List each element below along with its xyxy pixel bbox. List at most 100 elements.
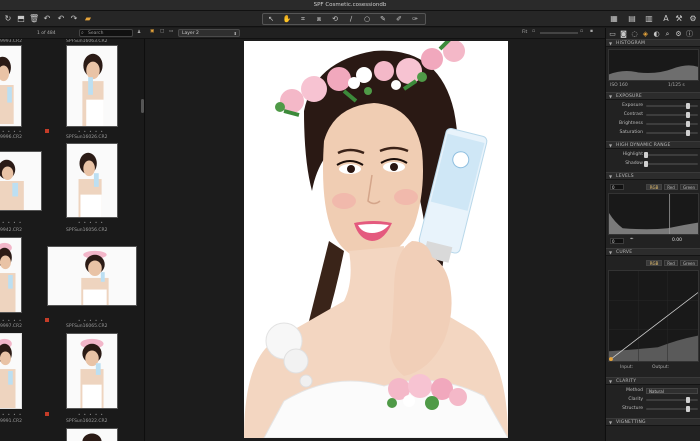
highlight-slider-row[interactable]: Highlight (606, 151, 700, 159)
clarity-method-row[interactable]: Method Natural (606, 387, 700, 395)
undo-icon[interactable]: ↶ (42, 14, 52, 24)
pan-hand-icon[interactable]: ✋ (282, 15, 292, 24)
clarity-slider-row[interactable]: Clarity (606, 396, 700, 404)
camera-icon[interactable]: ◙ (619, 30, 628, 39)
slider-track[interactable] (646, 132, 698, 134)
slider-track[interactable] (646, 154, 698, 156)
tools-icon[interactable]: ⚒ (674, 14, 684, 24)
grid-view-icon[interactable]: ▦ (609, 14, 619, 24)
slider-knob[interactable] (686, 103, 690, 109)
slider-knob[interactable] (686, 397, 690, 403)
shadow-slider-row[interactable]: Shadow (606, 160, 700, 168)
user-icon[interactable]: ♟ (137, 30, 141, 35)
levels-input-low[interactable]: 0 (610, 184, 624, 190)
thumbnail[interactable] (66, 333, 118, 409)
zoom-slider[interactable] (540, 32, 578, 34)
trash-icon[interactable]: 🗑 (29, 14, 39, 24)
search-input[interactable]: ⌕ Search (79, 29, 133, 37)
slider-track[interactable] (646, 408, 698, 410)
thumbnail-selected[interactable] (0, 333, 22, 409)
color-tag[interactable] (45, 129, 49, 133)
spot-removal-icon[interactable]: ○ (362, 15, 372, 24)
hdr-header[interactable]: ▼ HIGH DYNAMIC RANGE (606, 141, 700, 149)
histogram-header[interactable]: ▼ HISTOGRAM (606, 39, 700, 47)
exposure-icon[interactable]: ◐ (652, 30, 661, 39)
slider-knob[interactable] (644, 161, 648, 167)
vignetting-header[interactable]: ▼ VIGNETTING (606, 418, 700, 426)
multi-view-icon[interactable]: □ (160, 29, 164, 34)
rating-dots[interactable]: • • • • • (78, 318, 104, 323)
thumbnail[interactable] (0, 151, 42, 211)
levels-graph[interactable] (608, 193, 699, 235)
curve-channel-red[interactable]: Red (664, 260, 678, 266)
saturation-slider-row[interactable]: Saturation (606, 129, 700, 137)
refresh-icon[interactable]: ↻ (3, 14, 13, 24)
browser-scrollbar[interactable] (141, 99, 144, 113)
color-icon[interactable]: ◈ (641, 30, 650, 39)
slider-track[interactable] (646, 114, 698, 116)
levels-input-black[interactable]: 0 (610, 238, 624, 244)
method-select[interactable]: Natural (646, 388, 698, 394)
curve-channel-green[interactable]: Green (680, 260, 698, 266)
curve-graph[interactable] (608, 270, 699, 362)
structure-slider-row[interactable]: Structure (606, 405, 700, 413)
thumbnail[interactable] (66, 143, 118, 218)
eraser-icon[interactable]: ✐ (394, 15, 404, 24)
slider-knob[interactable] (686, 406, 690, 412)
import-icon[interactable]: ⬒ (16, 14, 26, 24)
slider-track[interactable] (646, 105, 698, 107)
contrast-slider-row[interactable]: Contrast (606, 111, 700, 119)
select-icon[interactable]: ↖ (266, 15, 276, 24)
rating-dots[interactable]: • • • • • (78, 129, 104, 134)
layer-select[interactable]: Layer 2 ⬍ (178, 29, 240, 37)
thumbnail[interactable] (0, 237, 22, 313)
curve-channel-rgb[interactable]: RGB (646, 260, 662, 266)
slider-knob[interactable] (686, 112, 690, 118)
levels-channel-red[interactable]: Red (664, 184, 678, 190)
compare-icon[interactable]: ▤ (627, 14, 637, 24)
keystone-icon[interactable]: ⧈ (314, 15, 324, 24)
curve-header[interactable]: ▼ CURVE (606, 248, 700, 256)
slider-knob[interactable] (644, 152, 648, 158)
rating-dots[interactable]: • • • • (2, 129, 22, 134)
loupe-icon[interactable]: ▪ (590, 29, 593, 34)
gradient-icon[interactable]: ✑ (410, 15, 420, 24)
thumbnail[interactable] (47, 246, 137, 306)
clarity-header[interactable]: ▼ CLARITY (606, 377, 700, 385)
levels-header[interactable]: ▼ LEVELS (606, 172, 700, 180)
metadata-icon[interactable]: ⓘ (685, 30, 694, 39)
text-icon[interactable]: A (661, 14, 671, 24)
slider-track[interactable] (646, 399, 698, 401)
rating-dots[interactable]: • • • • • (78, 412, 104, 417)
slider-knob[interactable] (686, 130, 690, 136)
rating-dots[interactable]: • • • • (2, 318, 22, 323)
single-view-icon[interactable]: ▣ (150, 29, 154, 34)
thumbnail[interactable] (66, 45, 118, 127)
exposure-slider-row[interactable]: Exposure (606, 102, 700, 110)
rating-dots[interactable]: • • • • (2, 220, 22, 225)
adjustments-icon[interactable]: ⚙ (674, 30, 683, 39)
color-tag[interactable] (45, 412, 49, 416)
brightness-slider-row[interactable]: Brightness (606, 120, 700, 128)
levels-channel-rgb[interactable]: RGB (646, 184, 662, 190)
slider-track[interactable] (646, 123, 698, 125)
eyedropper-icon[interactable]: ✒ (630, 237, 634, 242)
folder-icon[interactable]: ▰ (83, 14, 93, 24)
export-icon[interactable]: ▥ (644, 14, 654, 24)
color-tag[interactable] (45, 318, 49, 322)
rating-dots[interactable]: • • • • (2, 412, 22, 417)
slider-knob[interactable] (686, 121, 690, 127)
folder-icon[interactable]: ▭ (608, 30, 617, 39)
slider-track[interactable] (646, 163, 698, 165)
exposure-header[interactable]: ▼ EXPOSURE (606, 92, 700, 100)
details-icon[interactable]: ⌕ (663, 30, 672, 39)
zoom-in-icon[interactable]: ▫ (580, 29, 583, 34)
crop-icon[interactable]: ⌗ (298, 15, 308, 24)
split-view-icon[interactable]: ▭ (169, 29, 173, 34)
undo-step-icon[interactable]: ↶ (56, 14, 66, 24)
thumbnail[interactable] (0, 45, 22, 127)
rating-dots[interactable]: • • • • • (78, 220, 104, 225)
straighten-icon[interactable]: ∕ (346, 15, 356, 24)
levels-channel-green[interactable]: Green (680, 184, 698, 190)
brush-icon[interactable]: ✎ (378, 15, 388, 24)
